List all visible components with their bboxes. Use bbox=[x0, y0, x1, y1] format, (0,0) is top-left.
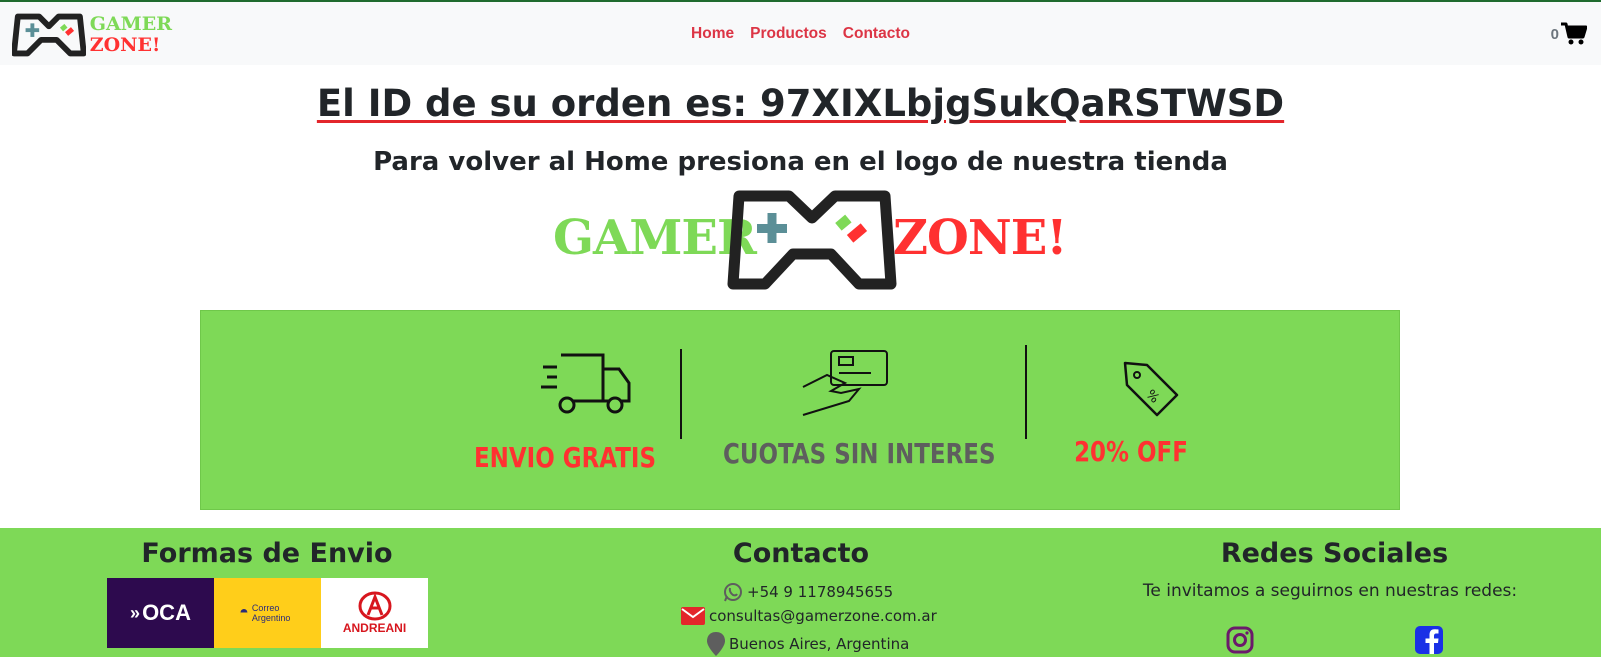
instagram-link[interactable] bbox=[1226, 626, 1254, 657]
facebook-icon bbox=[1415, 626, 1443, 654]
nav-logo-gamer: GAMER bbox=[89, 13, 172, 35]
nav-logo-zone: ZONE! bbox=[89, 34, 161, 56]
whatsapp-icon bbox=[724, 583, 742, 602]
shopping-cart-icon bbox=[1561, 22, 1587, 45]
carrier-oca-logo: » OCA bbox=[107, 578, 214, 648]
credit-card-payment-icon bbox=[802, 350, 888, 416]
promo-installments: CUOTAS SIN INTERES bbox=[696, 347, 996, 470]
envelope-icon bbox=[681, 607, 705, 625]
map-pin-icon bbox=[707, 632, 725, 656]
promo-divider bbox=[680, 349, 682, 439]
carrier-andreani-logo: ANDREANI bbox=[321, 578, 428, 648]
nav-link-contacto[interactable]: Contacto bbox=[843, 25, 910, 43]
contact-email: consultas@gamerzone.com.ar bbox=[681, 607, 937, 625]
promo-free-shipping: ENVIO GRATIS bbox=[456, 351, 656, 474]
big-logo-zone: ZONE! bbox=[893, 210, 1067, 266]
contact-phone: +54 9 1178945655 bbox=[723, 582, 893, 602]
home-instruction: Para volver al Home presiona en el logo … bbox=[373, 147, 1228, 177]
promo-discount: % 20% OFF bbox=[1031, 359, 1231, 468]
footer-social-heading: Redes Sociales bbox=[1220, 538, 1449, 569]
delivery-truck-icon bbox=[541, 353, 631, 414]
andreani-a-icon bbox=[358, 591, 391, 621]
promo-label-installments: CUOTAS SIN INTERES bbox=[723, 437, 996, 470]
cart-button[interactable]: 0 bbox=[1551, 22, 1587, 46]
social-invite-text: Te invitamos a seguirnos en nuestras red… bbox=[1142, 581, 1518, 601]
navbar: GAMER ZONE! Home Productos Contacto 0 bbox=[0, 2, 1601, 65]
nav-link-productos[interactable]: Productos bbox=[750, 25, 827, 43]
promo-banner: ENVIO GRATIS CUOTAS SIN INTERES % 20% OF… bbox=[200, 310, 1400, 510]
facebook-link[interactable] bbox=[1415, 626, 1443, 657]
nav-logo[interactable]: GAMER ZONE! bbox=[12, 10, 172, 60]
oca-chevrons-icon: » bbox=[130, 602, 141, 623]
order-id-title: El ID de su orden es: 97XIXLbjgSukQaRSTW… bbox=[316, 82, 1285, 125]
promo-label-free-shipping: ENVIO GRATIS bbox=[474, 441, 656, 474]
carrier-correo-argentino-logo: ◓ Correo Argentino bbox=[214, 578, 321, 648]
footer-contact-heading: Contacto bbox=[732, 538, 870, 569]
nav-link-home[interactable]: Home bbox=[691, 25, 734, 43]
promo-divider bbox=[1025, 345, 1027, 439]
gamepad-logo-icon bbox=[12, 13, 86, 57]
big-logo-gamer: GAMER bbox=[553, 210, 757, 266]
home-logo-link[interactable]: GAMER ZONE! bbox=[553, 188, 1067, 294]
promo-label-discount: 20% OFF bbox=[1074, 435, 1188, 468]
footer-shipping-heading: Formas de Envio bbox=[141, 538, 393, 569]
cart-count: 0 bbox=[1550, 25, 1559, 43]
main-nav: Home Productos Contacto bbox=[0, 2, 1601, 65]
correo-symbol-icon: ◓ bbox=[239, 604, 249, 621]
contact-location: Buenos Aires, Argentina bbox=[707, 632, 909, 656]
discount-tag-icon: % bbox=[1123, 361, 1179, 417]
gamepad-logo-icon bbox=[727, 190, 897, 290]
instagram-icon bbox=[1226, 626, 1254, 654]
shipping-carriers: » OCA ◓ Correo Argentino ANDREANI bbox=[107, 578, 428, 648]
